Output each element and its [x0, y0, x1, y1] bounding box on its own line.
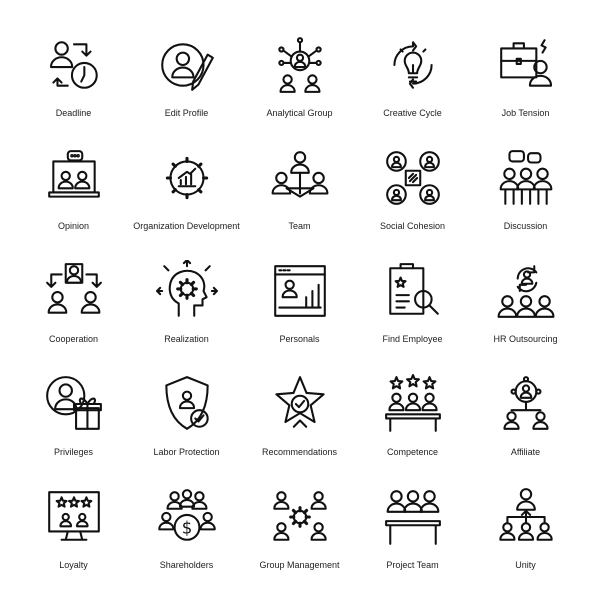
icon-tile: HR Outsourcing — [469, 260, 582, 360]
icon-tile: Unity — [469, 486, 582, 586]
icon-label: Discussion — [503, 221, 548, 231]
team-icon — [271, 151, 329, 198]
find-employee-icon — [389, 263, 439, 315]
opinion-icon — [48, 150, 100, 198]
icon-tile: Discussion — [469, 147, 582, 247]
icon-tile: Organization Development — [130, 147, 243, 247]
icon-tile: Project Team — [356, 486, 469, 586]
discussion-icon — [499, 150, 553, 205]
icon-tile: Deadline — [17, 34, 130, 134]
icon-label: HR Outsourcing — [493, 334, 558, 344]
loyalty-icon — [48, 491, 100, 541]
icon-tile: $ Shareholders — [130, 486, 243, 586]
icon-tile: Recommendations — [243, 373, 356, 473]
deadline-icon — [50, 41, 98, 89]
shareholders-icon: $ — [158, 489, 216, 541]
creative-cycle-icon — [393, 41, 433, 89]
cooperation-icon — [46, 263, 102, 314]
icon-tile: Labor Protection — [130, 373, 243, 473]
svg-text:$: $ — [182, 519, 193, 538]
edit-profile-icon — [161, 43, 214, 91]
icon-tile: Find Employee — [356, 260, 469, 360]
icon-tile: Competence — [356, 373, 469, 473]
icon-tile: Privileges — [17, 373, 130, 473]
privileges-icon — [46, 376, 102, 430]
icon-tile: Cooperation — [17, 260, 130, 360]
icon-label: Affiliate — [510, 447, 541, 457]
icon-grid: Deadline Edit Profile Analytical Group Crea… — [0, 0, 600, 600]
organization-development-icon — [165, 156, 209, 200]
icon-tile: Realization — [130, 260, 243, 360]
icon-label: Unity — [515, 560, 536, 570]
job-tension-icon — [500, 39, 553, 87]
personals-icon — [274, 265, 326, 317]
analytical-group-icon — [278, 37, 322, 93]
icon-tile: Personals — [243, 260, 356, 360]
icon-label: Job Tension — [501, 108, 550, 118]
social-cohesion-icon — [386, 151, 440, 205]
icon-tile: Social Cohesion — [356, 147, 469, 247]
icon-tile: Creative Cycle — [356, 34, 469, 134]
competence-icon — [385, 374, 441, 432]
affiliate-icon — [503, 376, 549, 430]
project-team-icon — [385, 490, 441, 545]
recommendations-icon — [275, 376, 325, 428]
icon-tile: Loyalty — [17, 486, 130, 586]
icon-tile: Group Management — [243, 486, 356, 586]
hr-outsourcing-icon — [497, 265, 555, 318]
unity-icon — [499, 488, 553, 541]
icon-tile: Opinion — [17, 147, 130, 247]
group-management-icon — [273, 491, 327, 541]
icon-tile: Analytical Group — [243, 34, 356, 134]
labor-protection-icon — [165, 376, 209, 430]
icon-tile: Team — [243, 147, 356, 247]
icon-tile: Edit Profile — [130, 34, 243, 134]
icon-tile: Affiliate — [469, 373, 582, 473]
icon-tile: Job Tension — [469, 34, 582, 134]
realization-icon — [156, 260, 218, 317]
